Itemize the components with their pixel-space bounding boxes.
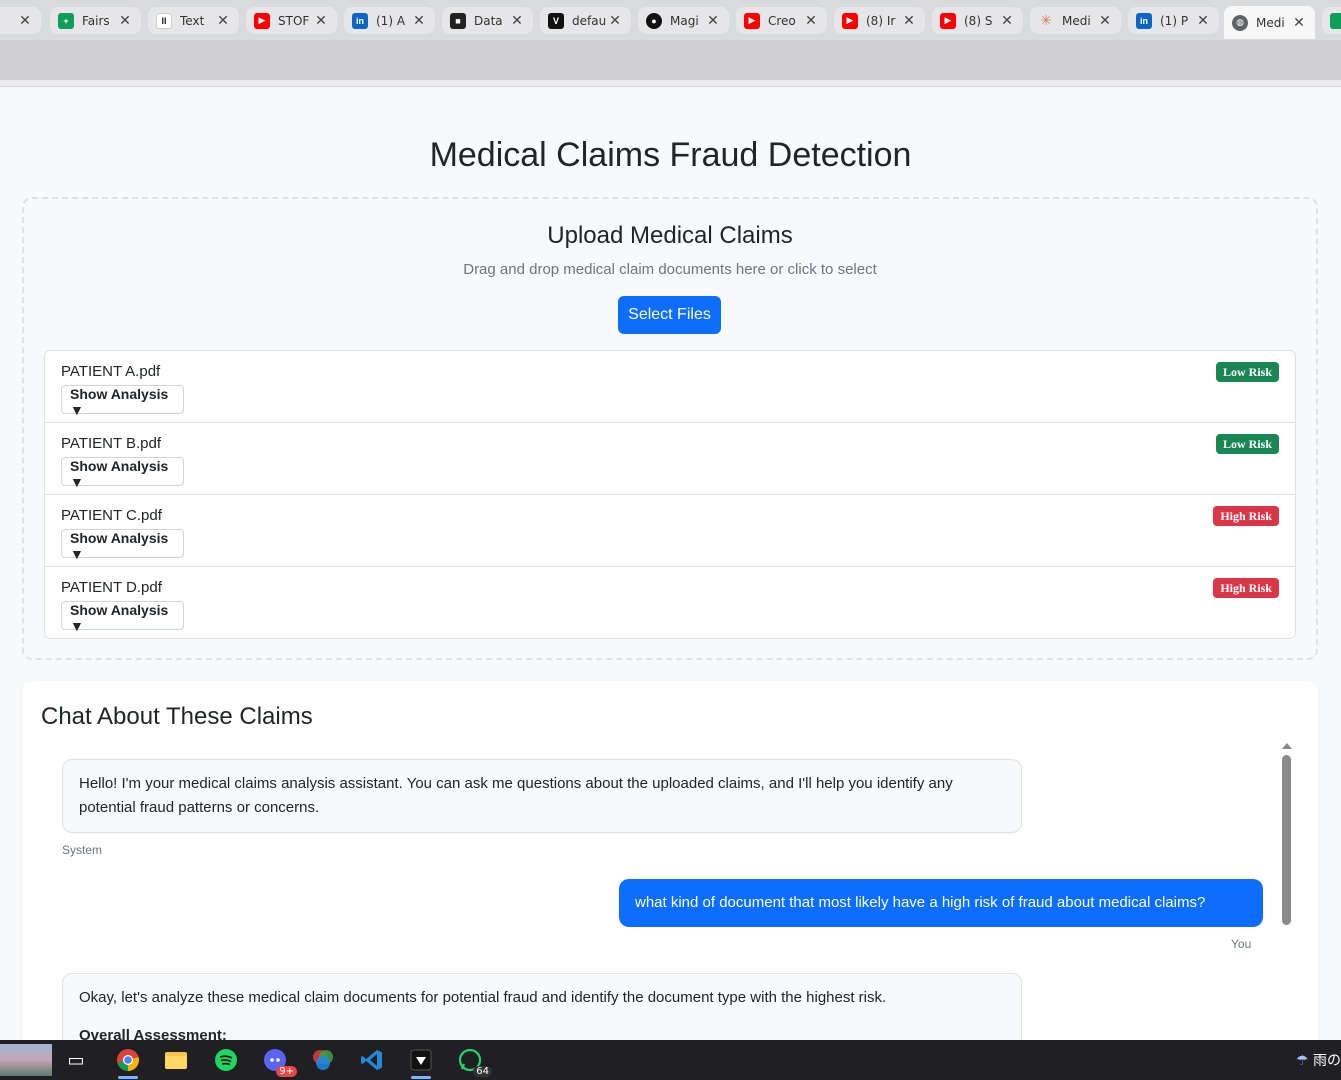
close-icon[interactable]: ✕: [411, 13, 427, 29]
notification-badge: 9+: [276, 1066, 297, 1077]
browser-tab[interactable]: in (1) A ✕: [344, 7, 435, 34]
risk-badge: High Risk: [1213, 578, 1279, 598]
show-analysis-button[interactable]: Show Analysis ▼: [61, 601, 184, 634]
close-icon[interactable]: ✕: [117, 13, 133, 29]
browser-tab[interactable]: ▶ Creo ✕: [736, 7, 827, 34]
show-analysis-button[interactable]: Show Analysis ▼: [61, 529, 184, 562]
linkedin-icon: in: [1136, 12, 1152, 29]
show-analysis-button[interactable]: Show Analysis ▼: [61, 457, 184, 490]
data-icon: ■: [450, 12, 466, 29]
close-icon[interactable]: ✕: [509, 13, 525, 29]
message-sender: System: [62, 843, 103, 857]
weather-icon: ☂: [1295, 1053, 1309, 1069]
close-icon[interactable]: ✕: [1097, 13, 1113, 29]
file-item: PATIENT B.pdf Show Analysis ▼ Low Risk: [45, 423, 1295, 495]
file-list: PATIENT A.pdf Show Analysis ▼ Low Risk P…: [44, 350, 1296, 639]
assistant-message-text: Okay, let's analyze these medical claim …: [79, 989, 887, 1006]
github-icon: ●: [646, 12, 662, 29]
pause-icon: II: [156, 12, 172, 29]
browser-tab[interactable]: ■ Data ✕: [442, 7, 533, 34]
tray-text: 雨の: [1313, 1053, 1341, 1069]
divider: [0, 80, 1341, 87]
youtube-icon: ▶: [940, 12, 956, 29]
close-icon[interactable]: ✕: [1195, 13, 1211, 29]
browser-tab[interactable]: [1322, 7, 1341, 34]
scrollbar-thumb[interactable]: [1282, 755, 1291, 925]
vx-icon: V: [548, 12, 564, 29]
select-files-button[interactable]: Select Files: [618, 296, 721, 334]
spotify-icon[interactable]: [212, 1046, 240, 1074]
close-icon[interactable]: ✕: [17, 13, 33, 29]
close-icon[interactable]: ✕: [705, 13, 721, 29]
browser-tab[interactable]: ▶ (8) S ✕: [932, 7, 1023, 34]
system-message: Hello! I'm your medical claims analysis …: [62, 759, 1022, 833]
chat-scrollbar[interactable]: [1280, 743, 1294, 1040]
discord-icon[interactable]: 9+: [261, 1046, 297, 1077]
browser-toolbar: [0, 40, 1341, 80]
browser-tab-strip: ve ✕ + Fairs ✕ II Text ✕ ▶ STOF ✕ in (1)…: [0, 0, 1341, 40]
upload-dropzone[interactable]: Upload Medical Claims Drag and drop medi…: [22, 197, 1318, 660]
chat-heading: Chat About These Claims: [41, 703, 313, 730]
page-content: Medical Claims Fraud Detection Upload Me…: [0, 88, 1341, 1040]
browser-tab-active[interactable]: ◍ Medi ✕: [1224, 6, 1315, 39]
risk-badge: High Risk: [1213, 506, 1279, 526]
browser-tab[interactable]: V defau ✕: [540, 7, 631, 34]
close-icon[interactable]: ✕: [607, 13, 623, 29]
risk-badge: Low Risk: [1215, 362, 1279, 382]
youtube-icon: ▶: [842, 12, 858, 29]
browser-tab[interactable]: II Text ✕: [148, 7, 239, 34]
close-icon[interactable]: ✕: [803, 13, 819, 29]
message-sender: You: [1231, 937, 1252, 951]
vscode-icon[interactable]: [358, 1046, 386, 1074]
upload-hint: Drag and drop medical claim documents he…: [463, 261, 877, 278]
sheets-icon: [1330, 12, 1341, 29]
risk-badge: Low Risk: [1215, 434, 1279, 454]
youtube-icon: ▶: [744, 12, 760, 29]
youtube-icon: ▶: [254, 12, 270, 29]
browser-tab[interactable]: ▶ (8) Ir ✕: [834, 7, 925, 34]
browser-tab[interactable]: in (1) P ✕: [1128, 7, 1219, 34]
close-icon[interactable]: ✕: [901, 13, 917, 29]
close-icon[interactable]: ✕: [313, 13, 329, 29]
file-item: PATIENT C.pdf Show Analysis ▼ High Risk: [45, 495, 1295, 567]
file-name: PATIENT C.pdf: [61, 507, 162, 524]
browser-tab[interactable]: ✳ Medi ✕: [1030, 7, 1121, 34]
chrome-icon[interactable]: [114, 1046, 142, 1079]
system-tray[interactable]: ☂ 雨の: [1296, 1050, 1341, 1070]
taskbar: ▭ 9+ 64 ☂ 雨の: [0, 1040, 1341, 1080]
notification-badge: 64: [473, 1066, 492, 1077]
show-analysis-button[interactable]: Show Analysis ▼: [61, 385, 184, 418]
file-item: PATIENT D.pdf Show Analysis ▼ High Risk: [45, 567, 1295, 639]
assistant-message-subheading: Overall Assessment:: [79, 1027, 227, 1040]
file-item: PATIENT A.pdf Show Analysis ▼ Low Risk: [45, 351, 1295, 423]
user-message: what kind of document that most likely h…: [619, 879, 1263, 927]
file-explorer-icon[interactable]: [162, 1046, 190, 1074]
mountain-wallpaper-icon[interactable]: [0, 1044, 52, 1076]
task-view-icon[interactable]: ▭: [62, 1046, 90, 1074]
globe-icon: ◍: [1232, 14, 1248, 31]
sheets-icon: +: [58, 12, 74, 29]
linkedin-icon: in: [352, 12, 368, 29]
claude-icon: ✳: [1040, 12, 1052, 28]
file-name: PATIENT B.pdf: [61, 435, 162, 452]
browser-tab[interactable]: ● Magi ✕: [638, 7, 729, 34]
assistant-message: Okay, let's analyze these medical claim …: [62, 973, 1022, 1040]
color-wheel-icon[interactable]: [309, 1046, 337, 1074]
browser-tab[interactable]: ▶ STOF ✕: [246, 7, 337, 34]
app-icon[interactable]: [407, 1046, 435, 1079]
browser-tab[interactable]: ve ✕: [0, 7, 41, 34]
close-icon[interactable]: ✕: [1291, 15, 1307, 31]
whatsapp-icon[interactable]: 64: [456, 1046, 492, 1077]
upload-heading: Upload Medical Claims: [547, 222, 793, 249]
page-title: Medical Claims Fraud Detection: [429, 136, 912, 174]
close-icon[interactable]: ✕: [999, 13, 1015, 29]
browser-tab[interactable]: + Fairs ✕: [50, 7, 141, 34]
close-icon[interactable]: ✕: [215, 13, 231, 29]
scroll-up-icon[interactable]: [1282, 743, 1292, 749]
file-name: PATIENT D.pdf: [61, 579, 162, 596]
chat-panel: Chat About These Claims Hello! I'm your …: [22, 681, 1318, 1040]
file-name: PATIENT A.pdf: [61, 363, 161, 380]
